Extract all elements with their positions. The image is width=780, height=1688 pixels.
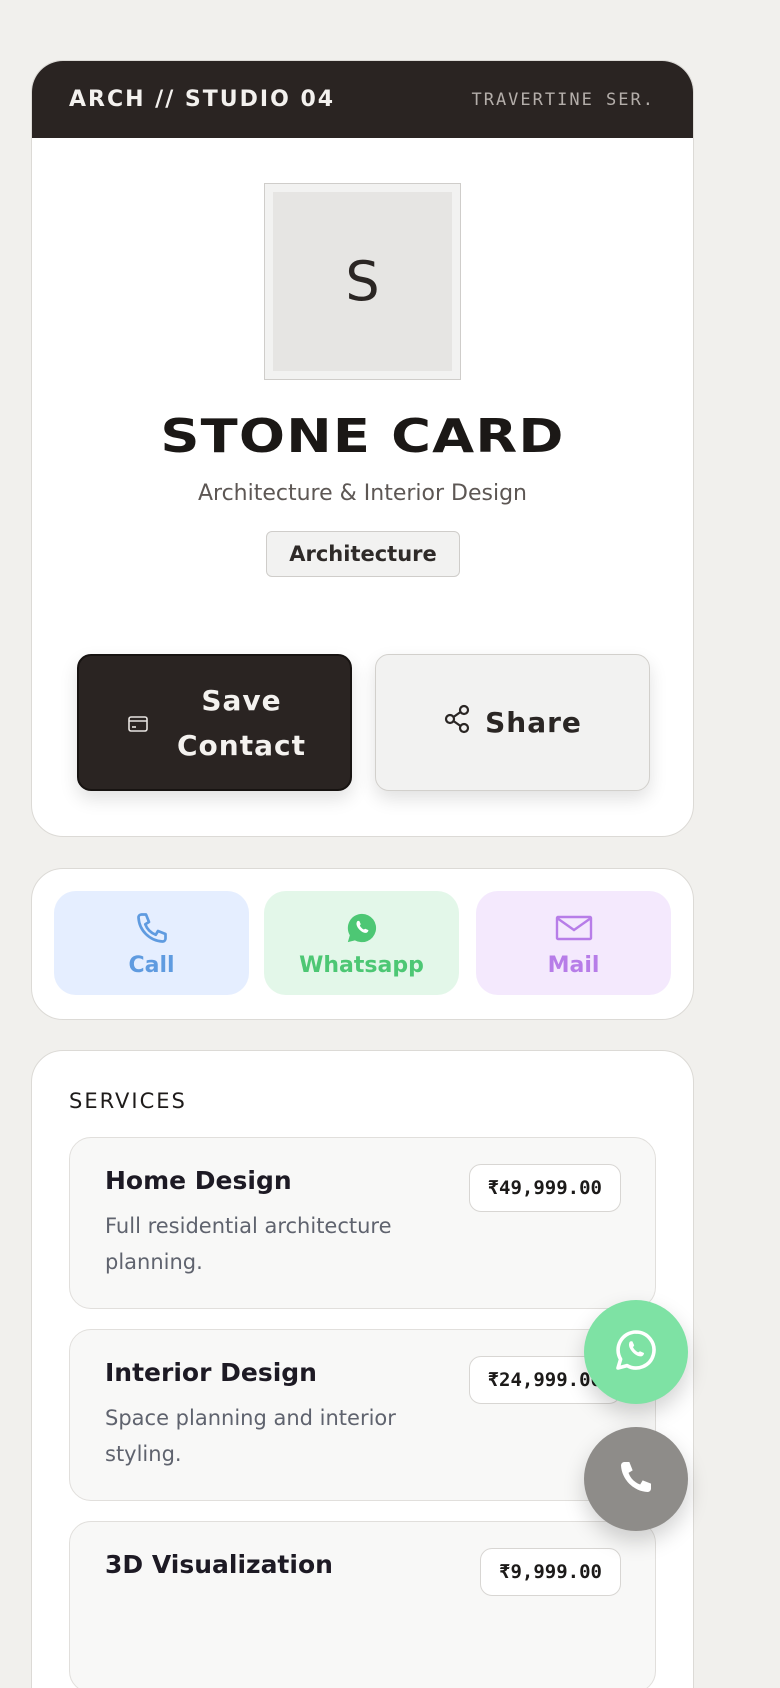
- mail-action-label: Mail: [547, 952, 600, 978]
- whatsapp-icon: [612, 1326, 660, 1378]
- quick-actions-card: Call Whatsapp Mail: [31, 868, 694, 1020]
- share-icon: [443, 704, 471, 741]
- mail-action-button[interactable]: Mail: [476, 891, 671, 995]
- brand-label: ARCH // STUDIO 04: [69, 87, 336, 112]
- service-price: ₹49,999.00: [468, 1164, 621, 1212]
- category-tag: Architecture: [266, 531, 460, 577]
- share-label: Share: [485, 706, 582, 739]
- whatsapp-icon: [345, 909, 379, 947]
- service-name: Home Design: [105, 1166, 292, 1195]
- save-contact-button[interactable]: Save Contact: [77, 654, 352, 791]
- whatsapp-action-label: Whatsapp: [299, 952, 424, 978]
- card-header: ARCH // STUDIO 04 TRAVERTINE SER.: [32, 61, 693, 138]
- services-heading: SERVICES: [69, 1089, 187, 1113]
- service-description: Space planning and interior styling.: [105, 1406, 396, 1466]
- service-description: Full residential architecture planning.: [105, 1214, 392, 1274]
- service-item[interactable]: Interior Design Space planning and inter…: [69, 1329, 656, 1501]
- phone-icon: [616, 1457, 656, 1501]
- phone-icon: [134, 909, 170, 947]
- save-label-line1: Save: [201, 683, 282, 717]
- service-name: 3D Visualization: [105, 1550, 333, 1579]
- service-name: Interior Design: [105, 1358, 317, 1387]
- profile-card: ARCH // STUDIO 04 TRAVERTINE SER. S STON…: [31, 60, 694, 837]
- avatar-initial: S: [273, 192, 452, 371]
- share-button[interactable]: Share: [375, 654, 650, 791]
- contact-card-icon: [127, 706, 148, 739]
- profile-subtitle: Architecture & Interior Design: [197, 481, 528, 506]
- mail-icon: [555, 909, 593, 947]
- avatar: S: [264, 183, 461, 380]
- call-action-label: Call: [128, 952, 175, 978]
- service-item[interactable]: 3D Visualization ₹9,999.00: [69, 1521, 656, 1688]
- call-action-button[interactable]: Call: [54, 891, 249, 995]
- profile-name: STONE CARD: [160, 409, 565, 463]
- service-item[interactable]: Home Design Full residential architectur…: [69, 1137, 656, 1309]
- whatsapp-action-button[interactable]: Whatsapp: [264, 891, 459, 995]
- service-price: ₹9,999.00: [480, 1548, 621, 1596]
- whatsapp-fab[interactable]: [584, 1300, 688, 1404]
- call-fab[interactable]: [584, 1427, 688, 1531]
- save-contact-label: Save Contact: [162, 678, 322, 768]
- series-label: TRAVERTINE SER.: [471, 89, 655, 110]
- save-label-line2: Contact: [177, 728, 306, 762]
